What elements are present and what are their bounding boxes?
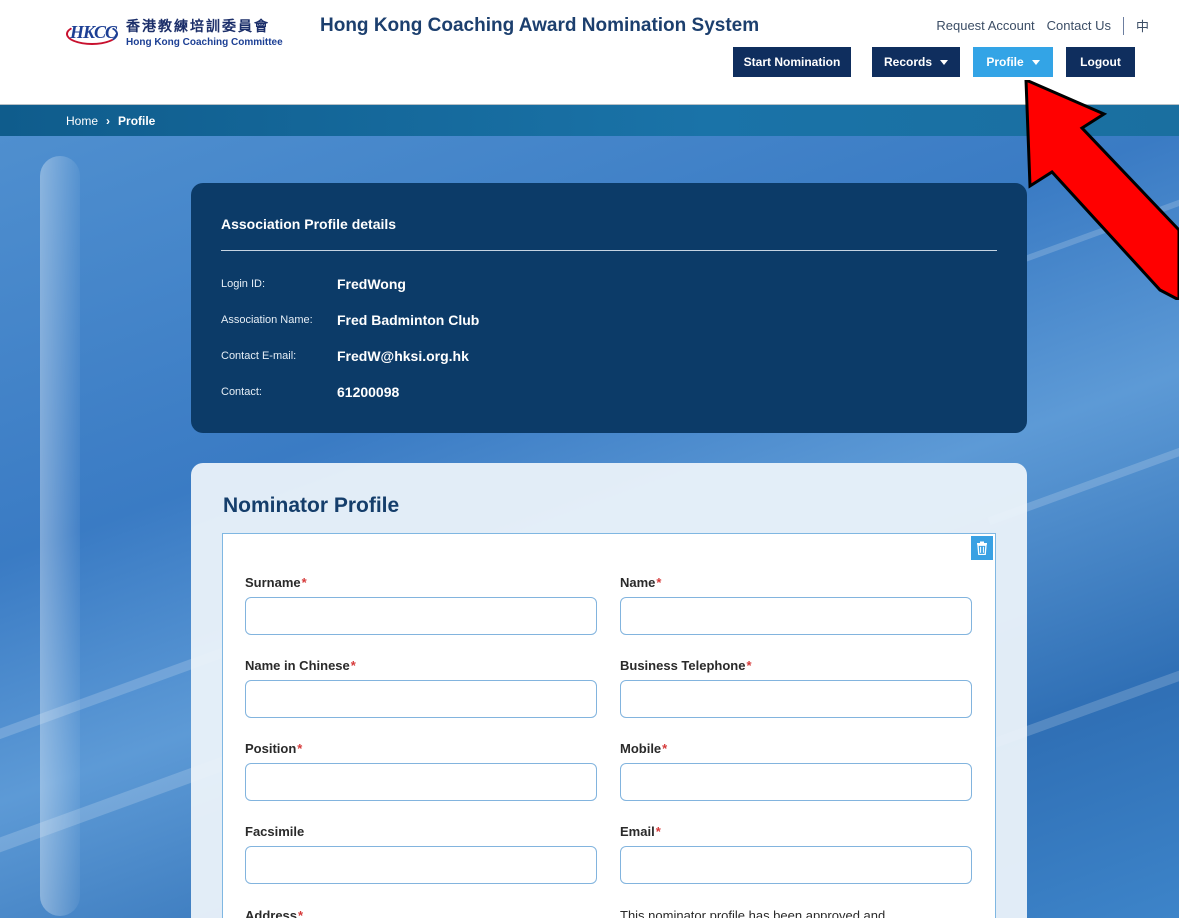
- email-label: Email*: [620, 824, 661, 839]
- profile-menu-button[interactable]: Profile: [973, 47, 1053, 77]
- facsimile-input[interactable]: [245, 846, 597, 884]
- login-id-value: FredWong: [337, 276, 406, 292]
- breadcrumb: Home › Profile: [0, 104, 1179, 136]
- name-input[interactable]: [620, 597, 972, 635]
- contact-email-row: Contact E-mail: FredW@hksi.org.hk: [221, 348, 469, 364]
- caret-down-icon: [940, 59, 949, 65]
- logout-button[interactable]: Logout: [1066, 47, 1135, 77]
- association-profile-title: Association Profile details: [221, 216, 397, 232]
- language-toggle-link[interactable]: 中: [1136, 16, 1149, 35]
- annotation-arrow-icon: [1024, 80, 1179, 300]
- breadcrumb-separator-icon: ›: [106, 113, 111, 128]
- trash-icon: [977, 541, 987, 555]
- address-label: Address*: [245, 908, 304, 918]
- logout-label: Logout: [1080, 55, 1121, 69]
- position-input[interactable]: [245, 763, 597, 801]
- site-title: Hong Kong Coaching Award Nomination Syst…: [320, 15, 760, 36]
- records-label: Records: [883, 55, 933, 69]
- logo-chinese-text: 香港教練培訓委員會: [126, 18, 270, 35]
- delete-nominator-button[interactable]: [971, 536, 993, 560]
- mobile-label: Mobile*: [620, 741, 668, 756]
- login-id-row: Login ID: FredWong: [221, 276, 406, 292]
- contact-value: 61200098: [337, 384, 400, 400]
- contact-row: Contact: 61200098: [221, 384, 399, 400]
- login-id-label: Login ID:: [221, 278, 266, 290]
- request-account-link[interactable]: Request Account: [936, 18, 1034, 33]
- nominator-profile-card: Nominator Profile Surname* Name* Name in…: [191, 463, 1027, 918]
- business-telephone-label: Business Telephone*: [620, 658, 752, 673]
- approval-status-note: This nominator profile has been approved…: [620, 908, 886, 918]
- site-header: HKCC 香港教練培訓委員會 Hong Kong Coaching Commit…: [0, 0, 1179, 104]
- association-name-value: Fred Badminton Club: [337, 312, 480, 328]
- facsimile-label: Facsimile: [245, 824, 305, 839]
- mobile-input[interactable]: [620, 763, 972, 801]
- hkcc-logo-mark: HKCC: [66, 19, 120, 49]
- association-profile-panel: Association Profile details Login ID: Fr…: [191, 183, 1027, 433]
- name-label: Name*: [620, 575, 662, 590]
- contact-us-link[interactable]: Contact Us: [1047, 18, 1111, 33]
- contact-email-label: Contact E-mail:: [221, 350, 297, 362]
- profile-label: Profile: [986, 55, 1024, 69]
- nominator-form: Surname* Name* Name in Chinese* Business…: [222, 533, 996, 918]
- name-chinese-input[interactable]: [245, 680, 597, 718]
- divider: [221, 250, 997, 251]
- top-links-divider: [1122, 16, 1124, 35]
- surname-label: Surname*: [245, 575, 307, 590]
- name-chinese-label: Name in Chinese*: [245, 658, 356, 673]
- breadcrumb-current: Profile: [118, 113, 156, 128]
- caret-down-icon: [1031, 59, 1040, 65]
- start-nomination-button[interactable]: Start Nomination: [733, 47, 851, 77]
- records-menu-button[interactable]: Records: [872, 47, 960, 77]
- nominator-profile-title: Nominator Profile: [223, 494, 400, 517]
- top-links: Request Account Contact Us 中: [924, 16, 1149, 35]
- breadcrumb-home-link[interactable]: Home: [66, 114, 98, 128]
- association-name-label: Association Name:: [221, 314, 313, 326]
- position-label: Position*: [245, 741, 303, 756]
- logo-english-text: Hong Kong Coaching Committee: [126, 37, 283, 49]
- contact-label: Contact:: [221, 386, 262, 398]
- business-telephone-input[interactable]: [620, 680, 972, 718]
- surname-input[interactable]: [245, 597, 597, 635]
- association-name-row: Association Name: Fred Badminton Club: [221, 312, 479, 328]
- email-input[interactable]: [620, 846, 972, 884]
- hkcc-logo[interactable]: HKCC 香港教練培訓委員會 Hong Kong Coaching Commit…: [66, 16, 283, 52]
- contact-email-value: FredW@hksi.org.hk: [337, 348, 469, 364]
- start-nomination-label: Start Nomination: [743, 55, 841, 69]
